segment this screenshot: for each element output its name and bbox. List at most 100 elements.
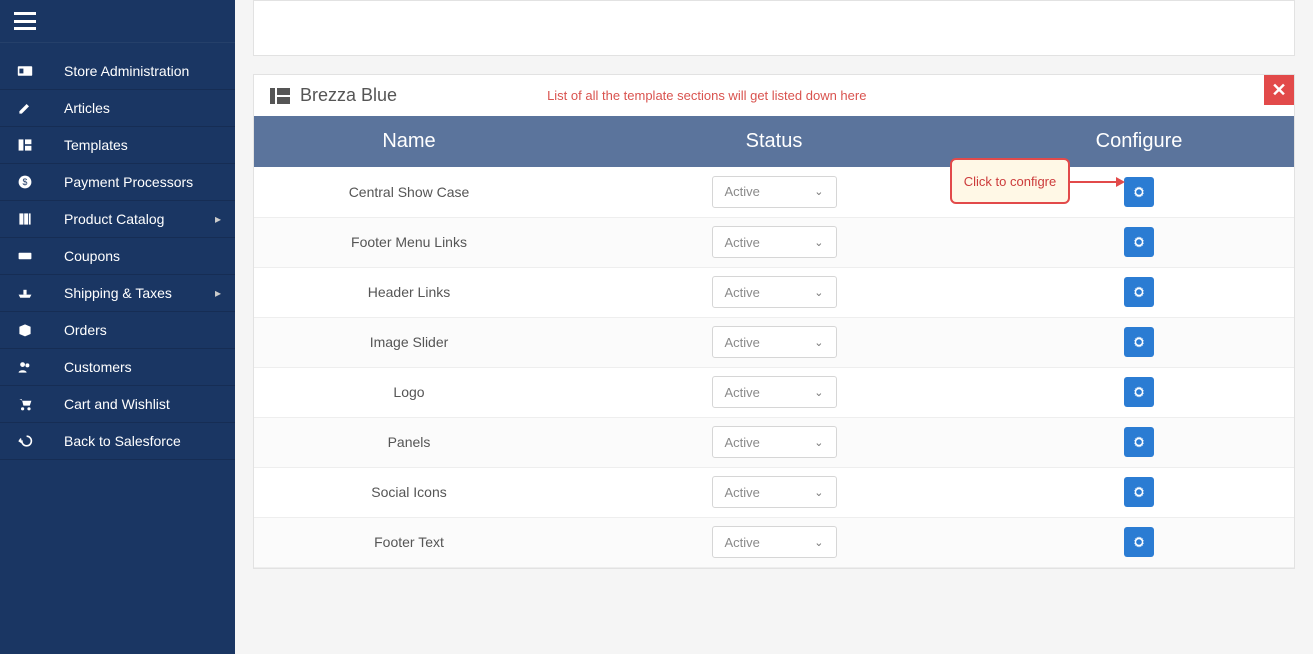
sidebar-item-templates[interactable]: Templates: [0, 127, 235, 164]
panel-header: Brezza Blue List of all the template sec…: [254, 75, 1294, 116]
configure-cell: [984, 267, 1294, 317]
top-spacer-panel: [253, 0, 1295, 56]
sidebar-item-payment-processors[interactable]: $ Payment Processors: [0, 164, 235, 201]
sidebar-item-product-catalog[interactable]: Product Catalog▸: [0, 201, 235, 238]
sidebar-item-orders[interactable]: Orders: [0, 312, 235, 349]
section-name: Header Links: [254, 267, 564, 317]
status-select[interactable]: Active⌄: [712, 226, 837, 258]
chevron-down-icon: ⌄: [814, 436, 823, 449]
table-row: Header Links Active⌄: [254, 267, 1294, 317]
section-name: Logo: [254, 367, 564, 417]
callout-tooltip: Click to configre: [950, 158, 1070, 204]
panel-title: Brezza Blue: [300, 85, 397, 106]
gear-icon: [1132, 285, 1146, 299]
configure-button[interactable]: [1124, 477, 1154, 507]
configure-button[interactable]: [1124, 227, 1154, 257]
status-select[interactable]: Active ⌄: [712, 326, 837, 358]
chevron-down-icon: ⌄: [814, 536, 823, 549]
chevron-down-icon: ⌄: [814, 386, 823, 399]
section-name: Panels: [254, 417, 564, 467]
gear-icon: [1132, 385, 1146, 399]
status-value: Active: [725, 385, 760, 400]
sidebar-item-cart-and-wishlist[interactable]: Cart and Wishlist: [0, 386, 235, 423]
sections-table: Name Status Configure Central Show CaseA…: [254, 116, 1294, 568]
status-value: Active: [725, 435, 760, 450]
status-cell: Active⌄: [564, 217, 984, 267]
sidebar-item-label: Shipping & Taxes: [64, 285, 172, 301]
status-select[interactable]: Active⌄: [712, 526, 837, 558]
status-cell: Active⌄: [564, 517, 984, 567]
status-select[interactable]: Active⌄: [712, 276, 837, 308]
callout-text: Click to configre: [964, 174, 1056, 189]
panel-subtitle: List of all the template sections will g…: [547, 88, 866, 103]
status-select[interactable]: Active ⌄: [712, 476, 837, 508]
col-header-name: Name: [254, 116, 564, 167]
sidebar-item-label: Cart and Wishlist: [64, 396, 170, 412]
chevron-down-icon: ⌄: [814, 486, 823, 499]
status-select[interactable]: Active⌄: [712, 176, 837, 208]
status-select[interactable]: Active ⌄: [712, 426, 837, 458]
status-cell: Active⌄: [564, 267, 984, 317]
configure-button[interactable]: [1124, 427, 1154, 457]
callout-arrow-icon: [1070, 176, 1125, 188]
close-button[interactable]: ✕: [1264, 75, 1294, 105]
status-cell: Active ⌄: [564, 417, 984, 467]
gear-icon: [1132, 535, 1146, 549]
table-row: Social Icons Active ⌄: [254, 467, 1294, 517]
table-row: Logo Active ⌄: [254, 367, 1294, 417]
table-row: Footer Menu Links Active⌄: [254, 217, 1294, 267]
sidebar-item-label: Templates: [64, 137, 128, 153]
configure-cell: [984, 517, 1294, 567]
status-cell: Active ⌄: [564, 317, 984, 367]
sidebar-item-label: Articles: [64, 100, 110, 116]
configure-button[interactable]: [1124, 527, 1154, 557]
table-row: Central Show Case Active⌄: [254, 167, 1294, 217]
configure-button[interactable]: [1124, 177, 1154, 207]
sidebar-item-label: Store Administration: [64, 63, 189, 79]
configure-button[interactable]: [1124, 377, 1154, 407]
svg-text:$: $: [23, 177, 28, 187]
sidebar-item-label: Customers: [64, 359, 132, 375]
table-row: Image Slider Active ⌄: [254, 317, 1294, 367]
table-row: Panels Active ⌄: [254, 417, 1294, 467]
section-name: Footer Text: [254, 517, 564, 567]
status-select[interactable]: Active ⌄: [712, 376, 837, 408]
status-cell: Active ⌄: [564, 467, 984, 517]
section-name: Footer Menu Links: [254, 217, 564, 267]
configure-cell: [984, 417, 1294, 467]
sidebar-item-shipping-taxes[interactable]: Shipping & Taxes ▸: [0, 275, 235, 312]
status-cell: Active ⌄: [564, 367, 984, 417]
hamburger-button[interactable]: [0, 0, 235, 43]
sidebar-item-label: Payment Processors: [64, 174, 193, 190]
nav-list: Store Administration Articles Templates $ Pa…: [0, 43, 235, 460]
status-value: Active: [725, 184, 760, 199]
table-row: Footer Text Active⌄: [254, 517, 1294, 567]
chevron-down-icon: ⌄: [814, 336, 823, 349]
section-name: Image Slider: [254, 317, 564, 367]
gear-icon: [1132, 185, 1146, 199]
sidebar-item-store-administration[interactable]: Store Administration: [0, 53, 235, 90]
sidebar-item-label: Back to Salesforce: [64, 433, 181, 449]
status-cell: Active⌄: [564, 167, 984, 217]
sidebar-item-label: Product Catalog: [64, 211, 164, 227]
sidebar-item-articles[interactable]: Articles: [0, 90, 235, 127]
configure-cell: [984, 467, 1294, 517]
status-value: Active: [725, 335, 760, 350]
col-header-status: Status: [564, 116, 984, 167]
status-value: Active: [725, 285, 760, 300]
configure-cell: [984, 317, 1294, 367]
sidebar-item-back-to-salesforce[interactable]: Back to Salesforce: [0, 423, 235, 460]
sidebar-item-coupons[interactable]: Coupons: [0, 238, 235, 275]
section-name: Social Icons: [254, 467, 564, 517]
configure-cell: [984, 217, 1294, 267]
gear-icon: [1132, 485, 1146, 499]
status-value: Active: [725, 485, 760, 500]
sidebar-item-label: Orders: [64, 322, 107, 338]
configure-button[interactable]: [1124, 327, 1154, 357]
sidebar-item-label: Coupons: [64, 248, 120, 264]
configure-cell: [984, 367, 1294, 417]
chevron-right-icon: ▸: [215, 286, 221, 300]
section-name: Central Show Case: [254, 167, 564, 217]
sidebar-item-customers[interactable]: Customers: [0, 349, 235, 386]
configure-button[interactable]: [1124, 277, 1154, 307]
